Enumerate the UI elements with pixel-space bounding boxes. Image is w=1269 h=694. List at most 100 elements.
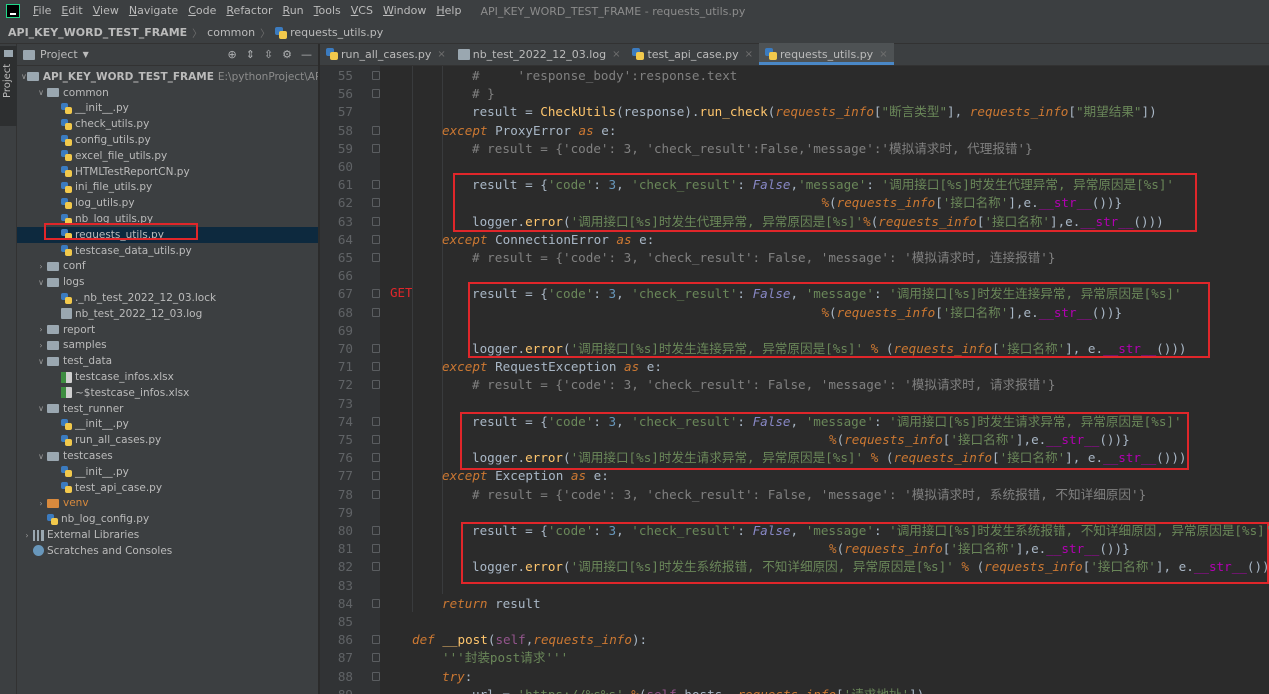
- tree-file-item[interactable]: __init__.py: [17, 417, 318, 433]
- fold-marker-icon[interactable]: [372, 344, 380, 353]
- fold-marker-icon[interactable]: [372, 635, 380, 645]
- fold-marker-icon[interactable]: [372, 253, 380, 262]
- line-number: 56: [337, 86, 353, 102]
- menu-vcs[interactable]: VCS: [346, 0, 378, 22]
- fold-marker-icon[interactable]: [372, 198, 380, 208]
- fold-marker-icon[interactable]: [372, 234, 380, 244]
- code-line: 89 url = 'https://%s%s' %(self.hosts, req…: [320, 686, 1269, 694]
- expand-all-icon[interactable]: ⇕: [246, 48, 255, 61]
- tree-file-item[interactable]: Scratches and Consoles: [17, 543, 318, 559]
- fold-marker-icon[interactable]: [372, 453, 380, 463]
- stripe-label: Project: [2, 63, 13, 98]
- fold-marker-icon[interactable]: [372, 471, 380, 481]
- fold-marker-icon[interactable]: [372, 489, 380, 499]
- tree-file-item[interactable]: testcase_data_utils.py: [17, 243, 318, 259]
- tree-file-item[interactable]: › External Libraries: [17, 527, 318, 543]
- tree-file-item[interactable]: test_api_case.py: [17, 480, 318, 496]
- menu-tools[interactable]: Tools: [309, 0, 346, 22]
- tree-file-item[interactable]: log_utils.py: [17, 195, 318, 211]
- close-icon[interactable]: ×: [879, 49, 887, 60]
- tree-folder-item[interactable]: › report: [17, 322, 318, 338]
- menu-code[interactable]: Code: [183, 0, 221, 22]
- code-editor[interactable]: GET 55 # 'response_body':response.text 56 #…: [320, 66, 1269, 694]
- menu-help[interactable]: Help: [431, 0, 466, 22]
- tree-folder-item[interactable]: ∨ common: [17, 85, 318, 101]
- tree-folder-item[interactable]: ∨ test_data: [17, 353, 318, 369]
- close-icon[interactable]: ×: [612, 49, 620, 60]
- fold-marker-icon[interactable]: [372, 180, 380, 190]
- fold-marker-icon[interactable]: [372, 526, 380, 535]
- menu-navigate[interactable]: Navigate: [124, 0, 183, 22]
- tree-file-item[interactable]: __init__.py: [17, 101, 318, 117]
- collapse-all-icon[interactable]: ⇳: [264, 48, 273, 61]
- chevron-right-icon[interactable]: ›: [35, 325, 47, 334]
- editor-tab[interactable]: requests_utils.py ×: [759, 43, 894, 65]
- tree-file-item[interactable]: ._nb_test_2022_12_03.lock: [17, 290, 318, 306]
- chevron-down-icon[interactable]: ∨: [35, 88, 47, 97]
- breadcrumb-folder[interactable]: common: [207, 26, 255, 39]
- tree-file-item[interactable]: __init__.py: [17, 464, 318, 480]
- tree-file-item[interactable]: config_utils.py: [17, 132, 318, 148]
- tree-folder-item[interactable]: ∨ testcases: [17, 448, 318, 464]
- fold-marker-icon[interactable]: [372, 653, 380, 663]
- tree-file-item[interactable]: nb_test_2022_12_03.log: [17, 306, 318, 322]
- fold-marker-icon[interactable]: [372, 544, 380, 554]
- tree-folder-item[interactable]: ∨ logs: [17, 274, 318, 290]
- fold-marker-icon[interactable]: [372, 362, 380, 372]
- chevron-down-icon[interactable]: ∨: [35, 452, 47, 461]
- fold-marker-icon[interactable]: [372, 598, 380, 608]
- editor-tab[interactable]: test_api_case.py ×: [626, 43, 759, 65]
- tree-folder-item[interactable]: › conf: [17, 259, 318, 275]
- tree-file-item[interactable]: nb_log_config.py: [17, 511, 318, 527]
- fold-marker-icon[interactable]: [372, 216, 380, 226]
- menu-window[interactable]: Window: [378, 0, 431, 22]
- menu-refactor[interactable]: Refactor: [221, 0, 277, 22]
- chevron-down-icon[interactable]: ∨: [35, 278, 47, 287]
- fold-marker-icon[interactable]: [372, 125, 380, 135]
- tree-file-item[interactable]: ini_file_utils.py: [17, 180, 318, 196]
- fold-marker-icon[interactable]: [372, 289, 380, 299]
- tree-file-item[interactable]: excel_file_utils.py: [17, 148, 318, 164]
- menu-view[interactable]: View: [88, 0, 124, 22]
- tree-file-item[interactable]: run_all_cases.py: [17, 432, 318, 448]
- tree-file-item[interactable]: HTMLTestReportCN.py: [17, 164, 318, 180]
- chevron-right-icon[interactable]: ›: [35, 341, 47, 350]
- hide-icon[interactable]: —: [301, 48, 312, 61]
- menu-file[interactable]: File: [28, 0, 56, 22]
- fold-marker-icon[interactable]: [372, 380, 380, 390]
- editor-tab[interactable]: run_all_cases.py ×: [320, 43, 452, 65]
- locate-icon[interactable]: ⊕: [227, 48, 236, 61]
- project-view-selector[interactable]: Project: [40, 48, 78, 61]
- close-icon[interactable]: ×: [745, 49, 753, 60]
- tree-folder-item[interactable]: › samples: [17, 338, 318, 354]
- tree-folder-item[interactable]: ∨ test_runner: [17, 401, 318, 417]
- menu-run[interactable]: Run: [278, 0, 309, 22]
- tree-file-item[interactable]: ~$testcase_infos.xlsx: [17, 385, 318, 401]
- fold-marker-icon[interactable]: [372, 416, 380, 426]
- gear-icon[interactable]: ⚙: [282, 48, 292, 61]
- chevron-down-icon[interactable]: ∨: [35, 404, 47, 413]
- fold-marker-icon[interactable]: [372, 71, 380, 80]
- chevron-right-icon[interactable]: ›: [21, 531, 33, 540]
- fold-marker-icon[interactable]: [372, 435, 380, 444]
- chevron-down-icon[interactable]: ∨: [21, 72, 27, 81]
- chevron-right-icon[interactable]: ›: [35, 499, 47, 508]
- editor-tab[interactable]: nb_test_2022_12_03.log ×: [452, 43, 627, 65]
- fold-marker-icon[interactable]: [372, 307, 380, 317]
- tree-folder-item[interactable]: › venv: [17, 496, 318, 512]
- menu-edit[interactable]: Edit: [56, 0, 87, 22]
- chevron-right-icon[interactable]: ›: [35, 262, 47, 271]
- tree-folder-item[interactable]: ∨ API_KEY_WORD_TEST_FRAME E:\pythonProject…: [17, 69, 318, 85]
- close-icon[interactable]: ×: [437, 49, 445, 60]
- breadcrumb-file[interactable]: requests_utils.py: [290, 26, 383, 39]
- fold-marker-icon[interactable]: [372, 562, 380, 572]
- breadcrumb-project[interactable]: API_KEY_WORD_TEST_FRAME: [8, 26, 187, 39]
- tree-file-item[interactable]: testcase_infos.xlsx: [17, 369, 318, 385]
- fold-marker-icon[interactable]: [372, 89, 380, 99]
- chevron-down-icon[interactable]: ∨: [35, 357, 47, 366]
- tree-file-item[interactable]: check_utils.py: [17, 116, 318, 132]
- chevron-down-icon[interactable]: ▼: [83, 50, 89, 59]
- project-tool-window-button[interactable]: Project: [0, 46, 17, 126]
- fold-marker-icon[interactable]: [372, 671, 380, 681]
- fold-marker-icon[interactable]: [372, 143, 380, 153]
